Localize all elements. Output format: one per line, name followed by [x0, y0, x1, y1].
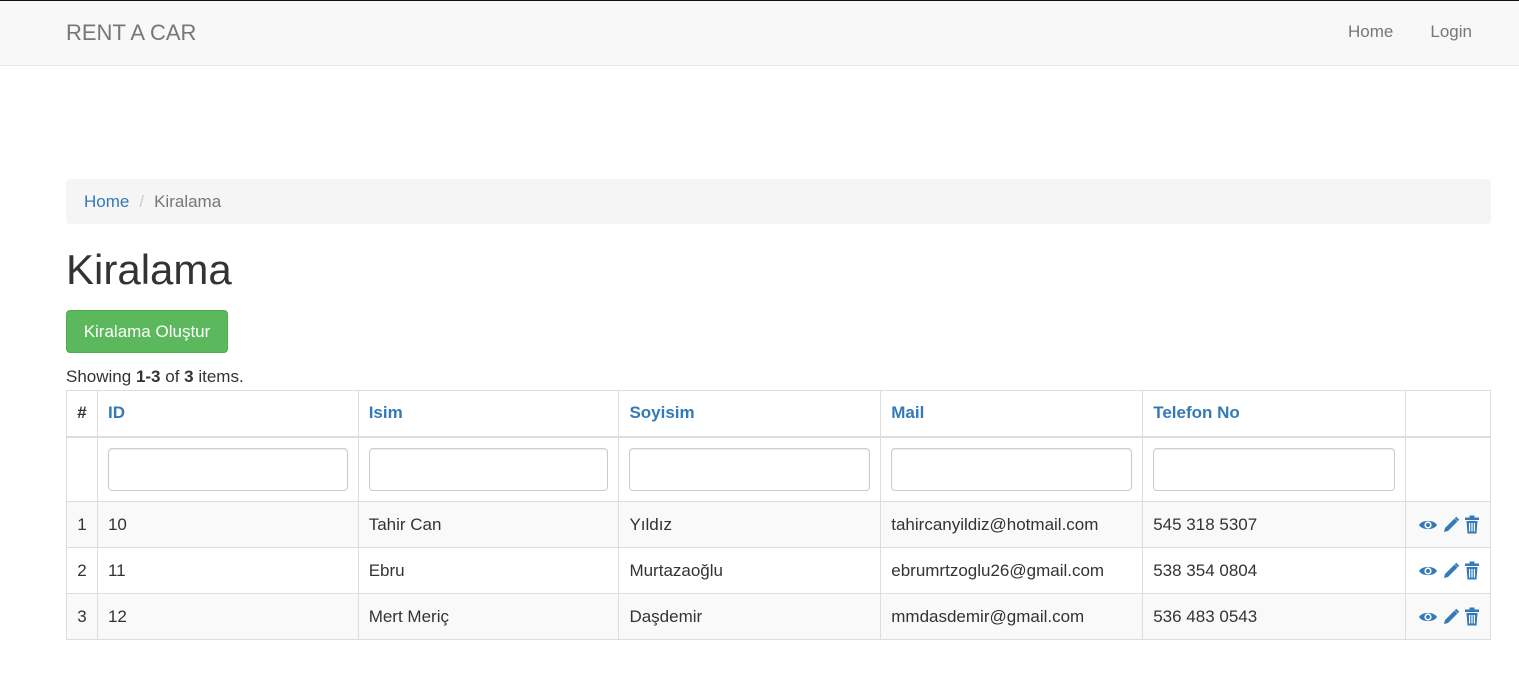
table-header-row: # ID Isim Soyisim Mail Telefon No — [66, 390, 1492, 438]
eye-icon[interactable] — [1418, 610, 1438, 624]
table-row: 2 11 Ebru Murtazaoğlu ebrumrtzoglu26@gma… — [66, 547, 1492, 594]
sort-soyisim-link[interactable]: Soyisim — [629, 403, 694, 422]
cell-telefon: 545 318 5307 — [1142, 501, 1406, 548]
filter-cell-isim — [357, 436, 620, 502]
filter-cell-actions — [1404, 436, 1492, 502]
cell-isim: Ebru — [357, 547, 620, 594]
cell-id: 11 — [96, 547, 359, 594]
trash-icon[interactable] — [1464, 607, 1480, 626]
grid-summary: Showing 1-3 of 3 items. — [66, 367, 244, 387]
summary-range: 1-3 — [135, 367, 161, 386]
summary-prefix: Showing — [66, 367, 136, 386]
cell-soyisim: Murtazaoğlu — [618, 547, 882, 594]
eye-icon[interactable] — [1418, 564, 1438, 578]
cell-actions — [1404, 501, 1492, 548]
column-header-soyisim: Soyisim — [618, 390, 882, 438]
breadcrumb: Home / Kiralama — [66, 179, 1491, 224]
cell-isim: Tahir Can — [357, 501, 620, 548]
cell-actions — [1404, 593, 1492, 640]
nav-links: Home Login — [1348, 22, 1472, 42]
create-rental-button[interactable]: Kiralama Oluştur — [66, 310, 228, 353]
sort-mail-link[interactable]: Mail — [891, 403, 924, 422]
nav-home-link[interactable]: Home — [1348, 22, 1393, 42]
column-header-id: ID — [96, 390, 359, 438]
cell-mail: tahircanyildiz@hotmail.com — [880, 501, 1144, 548]
filter-row — [66, 436, 1492, 502]
pencil-icon[interactable] — [1442, 562, 1460, 580]
page-title: Kiralama — [66, 246, 232, 293]
navbar: RENT A CAR Home Login — [0, 1, 1519, 66]
filter-cell-id — [96, 436, 359, 502]
table-row: 3 12 Mert Meriç Daşdemir mmdasdemir@gmai… — [66, 593, 1492, 640]
cell-id: 12 — [96, 593, 359, 640]
summary-middle: of — [160, 367, 185, 386]
column-header-telefon: Telefon No — [1142, 390, 1406, 438]
filter-cell-mail — [880, 436, 1144, 502]
row-number: 3 — [66, 593, 98, 640]
column-header-mail: Mail — [880, 390, 1144, 438]
cell-mail: mmdasdemir@gmail.com — [880, 593, 1144, 640]
row-number: 1 — [66, 501, 98, 548]
filter-cell-soyisim — [618, 436, 882, 502]
trash-icon[interactable] — [1464, 515, 1480, 534]
table-row: 1 10 Tahir Can Yıldız tahircanyildiz@hot… — [66, 501, 1492, 548]
cell-id: 10 — [96, 501, 359, 548]
trash-icon[interactable] — [1464, 561, 1480, 580]
cell-telefon: 538 354 0804 — [1142, 547, 1406, 594]
sort-isim-link[interactable]: Isim — [369, 403, 403, 422]
nav-login-link[interactable]: Login — [1430, 22, 1472, 42]
breadcrumb-current: Kiralama — [154, 191, 222, 211]
eye-icon[interactable] — [1418, 518, 1438, 532]
filter-cell-telefon — [1142, 436, 1406, 502]
row-number: 2 — [66, 547, 98, 594]
cell-soyisim: Daşdemir — [618, 593, 882, 640]
cell-telefon: 536 483 0543 — [1142, 593, 1406, 640]
pencil-icon[interactable] — [1442, 608, 1460, 626]
cell-mail: ebrumrtzoglu26@gmail.com — [880, 547, 1144, 594]
filter-cell-empty — [66, 436, 98, 502]
filter-soyisim-input[interactable] — [629, 447, 871, 491]
filter-telefon-input[interactable] — [1153, 447, 1395, 491]
cell-soyisim: Yıldız — [618, 501, 882, 548]
filter-isim-input[interactable] — [368, 447, 609, 491]
sort-id-link[interactable]: ID — [108, 403, 125, 422]
brand-link[interactable]: RENT A CAR — [66, 20, 196, 46]
column-header-number: # — [66, 390, 98, 438]
filter-mail-input[interactable] — [891, 447, 1133, 491]
cell-isim: Mert Meriç — [357, 593, 620, 640]
summary-suffix: items. — [193, 367, 244, 386]
sort-telefon-link[interactable]: Telefon No — [1153, 403, 1240, 422]
summary-total: 3 — [184, 367, 194, 386]
column-header-isim: Isim — [357, 390, 620, 438]
breadcrumb-separator: / — [139, 191, 145, 211]
breadcrumb-home-link[interactable]: Home — [84, 192, 129, 212]
filter-id-input[interactable] — [107, 447, 348, 491]
rentals-table: # ID Isim Soyisim Mail Telefon No 1 10 T… — [66, 390, 1492, 640]
pencil-icon[interactable] — [1442, 516, 1460, 534]
column-header-actions — [1404, 390, 1492, 438]
cell-actions — [1404, 547, 1492, 594]
